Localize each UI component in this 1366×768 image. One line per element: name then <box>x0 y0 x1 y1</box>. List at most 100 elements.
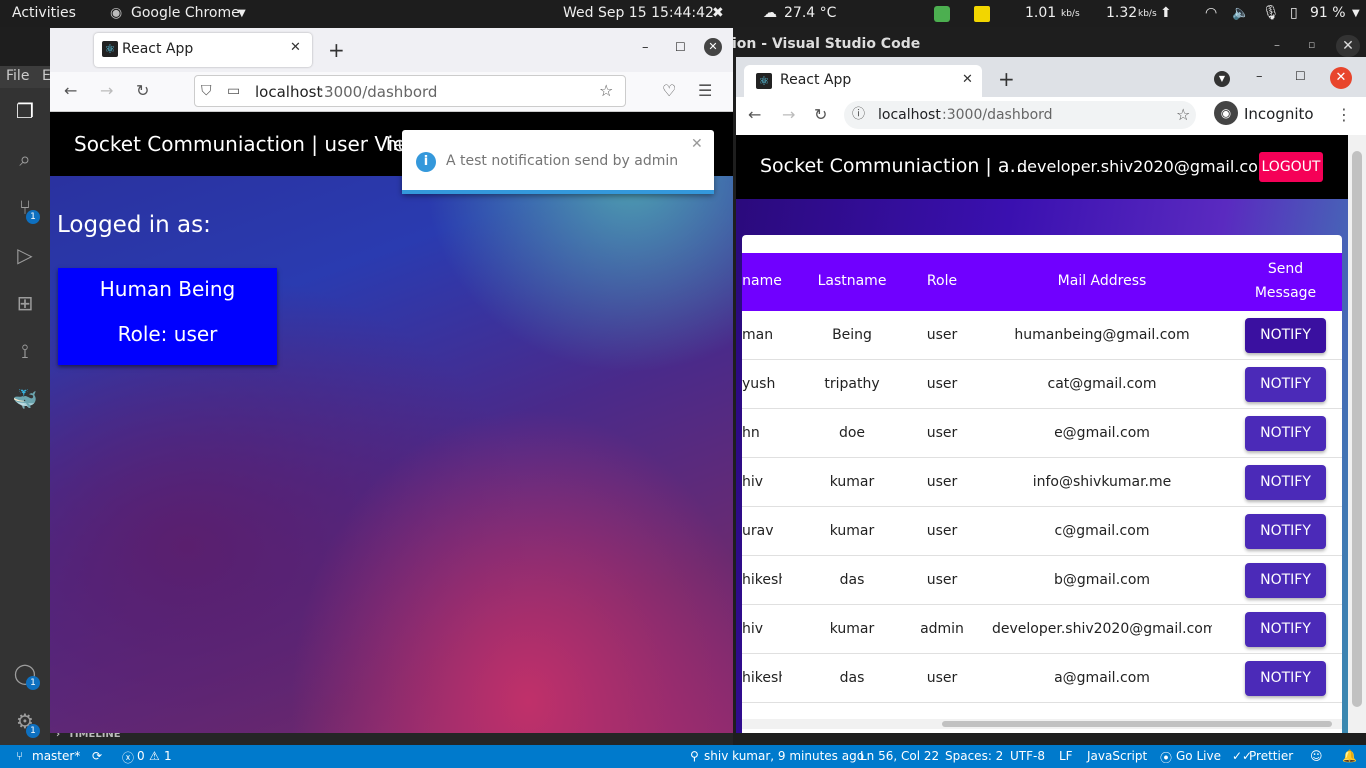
dnd-icon: ✖ <box>712 5 724 21</box>
cell-mail: e@gmail.com <box>1054 425 1150 441</box>
new-tab-icon[interactable]: + <box>998 67 1015 91</box>
encoding[interactable]: UTF-8 <box>1010 749 1045 763</box>
notify-button[interactable]: NOTIFY <box>1245 416 1326 451</box>
kebab-menu-icon[interactable]: ⋮ <box>1336 105 1352 125</box>
notify-button[interactable]: NOTIFY <box>1245 612 1326 647</box>
settings-badge: 1 <box>26 724 40 738</box>
cell-role: user <box>926 670 958 686</box>
check-icon[interactable] <box>934 6 950 22</box>
minimize-icon[interactable]: – <box>1256 69 1263 84</box>
notify-button[interactable]: NOTIFY <box>1245 465 1326 500</box>
cell-firstname: urav <box>742 523 774 539</box>
git-blame[interactable]: shiv kumar, 9 minutes ago <box>704 749 864 763</box>
notify-button[interactable]: NOTIFY <box>1245 318 1326 353</box>
back-icon[interactable]: ← <box>748 105 761 125</box>
reload-icon[interactable]: ↻ <box>814 105 827 125</box>
volume-icon[interactable]: 🔈 <box>1232 5 1249 21</box>
horizontal-scroll-thumb[interactable] <box>942 721 1332 727</box>
reload-icon[interactable]: ↻ <box>136 81 149 101</box>
vertical-scroll-thumb[interactable] <box>1352 151 1362 707</box>
error-icon: ⓧ <box>122 751 135 765</box>
vscode-maximize-icon[interactable]: ▫ <box>1308 38 1315 51</box>
vscode-menu-bar: File E <box>0 66 51 88</box>
new-tab-icon[interactable]: + <box>328 38 345 62</box>
search-icon[interactable]: ⌕ <box>12 146 38 172</box>
problems-count[interactable]: 0 <box>137 749 145 763</box>
wifi-icon[interactable]: ◠ <box>1205 5 1217 21</box>
git-graph-icon[interactable]: ⟟ <box>12 338 38 364</box>
notifications-bell-icon[interactable]: 🔔 <box>1342 749 1357 763</box>
table-row: hiv kumar user info@shivkumar.me NOTIFY <box>742 458 1342 507</box>
cell-firstname: hiv <box>742 474 764 490</box>
info-icon: i <box>416 152 436 172</box>
pocket-icon[interactable]: ♡ <box>662 81 676 101</box>
docker-icon[interactable]: 🐳 <box>12 386 38 412</box>
activities-button[interactable]: Activities <box>12 5 76 21</box>
menu-file[interactable]: File <box>6 68 29 84</box>
branch-name[interactable]: master* <box>32 749 80 763</box>
vertical-scrollbar[interactable] <box>1348 135 1366 733</box>
extensions-icon[interactable]: ⊞ <box>12 290 38 316</box>
explorer-icon[interactable]: ❐ <box>12 98 38 124</box>
cell-mail: cat@gmail.com <box>1047 376 1157 392</box>
incognito-label[interactable]: Incognito <box>1244 105 1314 123</box>
prettier-button[interactable]: Prettier <box>1249 749 1293 763</box>
user-card: Human Being Role: user <box>58 268 277 365</box>
cell-firstname: yush <box>742 376 776 392</box>
notify-button[interactable]: NOTIFY <box>1245 514 1326 549</box>
notify-button[interactable]: NOTIFY <box>1245 563 1326 598</box>
cell-lastname: kumar <box>829 523 875 539</box>
weather-temp[interactable]: 27.4 °C <box>784 5 836 21</box>
toast-close-icon[interactable]: ✕ <box>691 136 703 152</box>
net-down-unit: kb/s <box>1061 9 1080 19</box>
maximize-icon[interactable]: ☐ <box>1295 69 1306 83</box>
run-debug-icon[interactable]: ▷ <box>12 242 38 268</box>
feedback-icon[interactable]: ☺ <box>1310 749 1323 763</box>
notify-button[interactable]: NOTIFY <box>1245 661 1326 696</box>
url-bar[interactable]: ⛉ ▭ localhost :3000/dashbord ☆ <box>194 75 626 107</box>
cursor-position[interactable]: Ln 56, Col 22 <box>860 749 939 763</box>
git-blame-icon: ⚲ <box>690 749 699 763</box>
page-info-icon[interactable]: ▭ <box>227 81 240 101</box>
tab-close-icon[interactable]: ✕ <box>962 72 973 87</box>
back-icon[interactable]: ← <box>64 81 77 101</box>
system-menu-chevron-icon[interactable]: ▼ <box>1352 8 1360 19</box>
warnings-count[interactable]: 1 <box>164 749 172 763</box>
table-row: man Being user humanbeing@gmail.com NOTI… <box>742 311 1342 360</box>
logout-button[interactable]: LOGOUT <box>1259 152 1323 182</box>
indentation[interactable]: Spaces: 2 <box>945 749 1003 763</box>
bookmark-star-icon[interactable]: ☆ <box>599 81 613 101</box>
clock[interactable]: Wed Sep 15 15:44:42 <box>563 5 714 21</box>
cell-mail: a@gmail.com <box>1054 670 1150 686</box>
shield-icon[interactable]: ⛉ <box>201 81 212 101</box>
language-mode[interactable]: JavaScript <box>1087 749 1147 763</box>
mic-icon[interactable]: 🎙 <box>1262 5 1280 21</box>
forward-icon[interactable]: → <box>100 81 113 101</box>
window-close-icon[interactable]: ✕ <box>704 38 722 56</box>
sync-icon[interactable]: ⟳ <box>92 749 102 763</box>
url-bar[interactable]: ⓘ localhost :3000/dashbord ☆ <box>844 101 1196 129</box>
notes-icon[interactable] <box>974 6 990 22</box>
notification-toast[interactable]: i A test notification send by admin ✕ <box>402 130 714 194</box>
vscode-close-icon[interactable]: ✕ <box>1336 35 1360 57</box>
menu-hamburger-icon[interactable]: ☰ <box>698 81 712 101</box>
horizontal-scrollbar[interactable] <box>742 719 1342 729</box>
url-path: :3000/dashbord <box>942 107 1053 123</box>
vscode-minimize-icon[interactable]: – <box>1274 38 1280 52</box>
bookmark-star-icon[interactable]: ☆ <box>1176 105 1190 125</box>
tab-search-icon[interactable]: ▼ <box>1214 71 1230 87</box>
info-circle-icon[interactable]: ⓘ <box>852 105 865 125</box>
incognito-icon[interactable]: ◉ <box>1214 101 1238 125</box>
line-ending[interactable]: LF <box>1059 749 1073 763</box>
go-live-button[interactable]: Go Live <box>1176 749 1221 763</box>
window-close-icon[interactable]: ✕ <box>1330 67 1352 89</box>
forward-icon[interactable]: → <box>782 105 795 125</box>
minimize-icon[interactable]: – <box>642 40 649 55</box>
maximize-icon[interactable]: ☐ <box>675 40 686 54</box>
tab-react-app[interactable]: ⚛ React App ✕ <box>94 33 312 67</box>
tab-react-app[interactable]: ⚛ React App ✕ <box>744 65 982 97</box>
battery-icon[interactable]: ▯ <box>1290 5 1298 21</box>
app-menu[interactable]: Google Chrome <box>131 5 240 21</box>
notify-button[interactable]: NOTIFY <box>1245 367 1326 402</box>
tab-close-icon[interactable]: ✕ <box>290 40 301 55</box>
